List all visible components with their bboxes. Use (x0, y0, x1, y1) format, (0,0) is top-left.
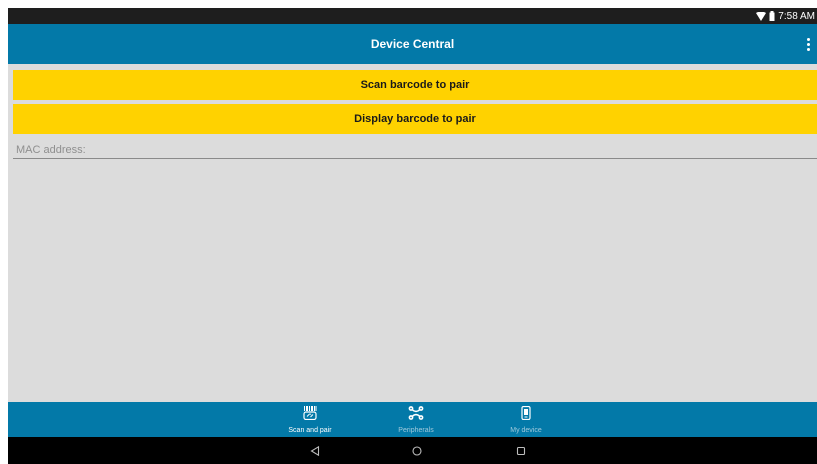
nav-peripherals[interactable]: Peripherals (376, 402, 456, 437)
my-device-icon (521, 405, 531, 425)
app-title: Device Central (370, 37, 455, 51)
home-icon[interactable] (410, 444, 424, 458)
barcode-link-icon (303, 405, 317, 425)
recents-icon[interactable] (514, 444, 528, 458)
wifi-icon (756, 11, 767, 21)
app-bar: Device Central (8, 24, 817, 64)
display-barcode-button[interactable]: Display barcode to pair (13, 104, 817, 134)
nav-label: Scan and pair (288, 426, 332, 434)
status-bar: 7:58 AM (8, 8, 817, 24)
more-vert-icon[interactable] (803, 34, 813, 54)
peripherals-icon (408, 405, 424, 425)
nav-label: My device (510, 426, 542, 434)
battery-icon (769, 11, 775, 21)
status-time: 7:58 AM (778, 10, 815, 22)
back-icon[interactable] (308, 444, 322, 458)
device-screen: 7:58 AM Device Central Scan barcode to p… (8, 8, 817, 464)
scan-barcode-button[interactable]: Scan barcode to pair (13, 70, 817, 100)
bottom-navigation: Scan and pair Peripherals My device (8, 402, 817, 437)
system-navigation-bar (8, 437, 817, 464)
nav-scan-and-pair[interactable]: Scan and pair (270, 402, 350, 437)
nav-my-device[interactable]: My device (486, 402, 566, 437)
mac-address-field[interactable] (13, 141, 817, 159)
nav-label: Peripherals (398, 426, 434, 434)
